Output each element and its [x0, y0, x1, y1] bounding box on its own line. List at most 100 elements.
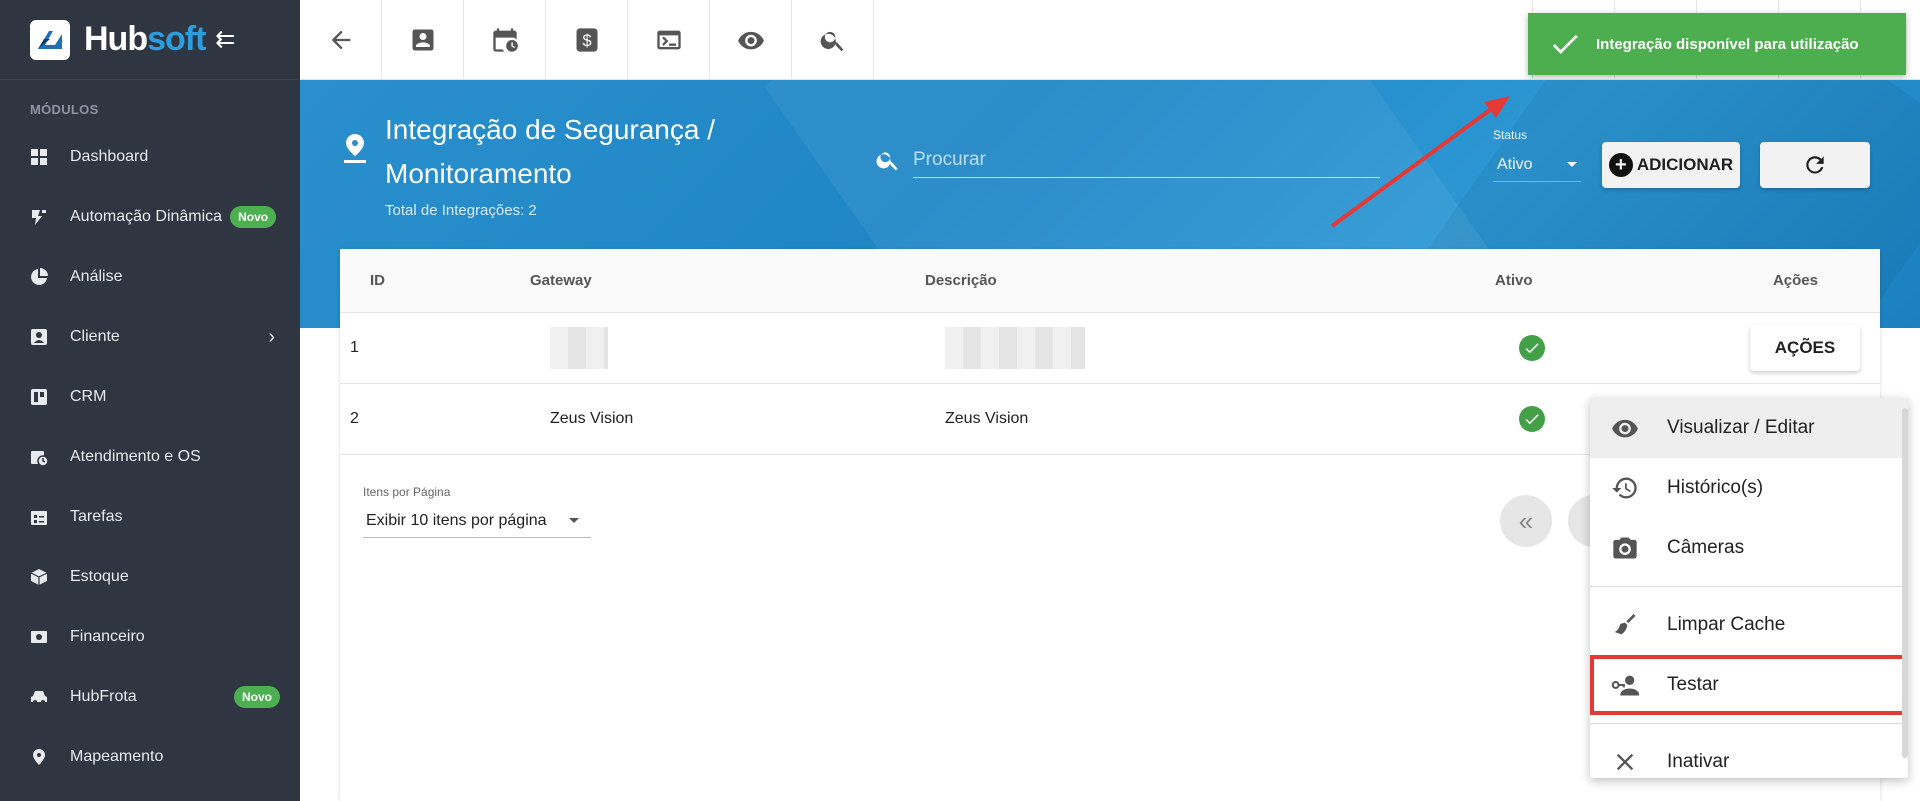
sidebar-item-hubfrota[interactable]: HubFrota Novo — [0, 667, 300, 727]
brand[interactable]: Hubsoft ⇇ — [0, 0, 300, 80]
crm-board-icon — [30, 388, 48, 406]
plus-circle-icon: + — [1608, 153, 1633, 177]
modules-section-label: MÓDULOS — [30, 102, 99, 117]
camera-icon — [1610, 533, 1640, 563]
sidebar-item-atendimento[interactable]: Atendimento e OS — [0, 427, 300, 487]
sidebar-item-crm[interactable]: CRM — [0, 367, 300, 427]
items-per-page-select[interactable]: Exibir 10 itens por página — [363, 504, 591, 538]
first-page-button[interactable]: « — [1500, 495, 1552, 547]
annotation-arrow — [1330, 96, 1510, 228]
caret-down-icon — [569, 518, 579, 523]
menu-scrollbar[interactable] — [1902, 408, 1908, 758]
schedule-button[interactable] — [464, 0, 546, 80]
menu-item-label: Inativar — [1667, 751, 1730, 772]
menu-item-label: Histórico(s) — [1667, 477, 1764, 498]
cell-descricao: Zeus Vision — [945, 410, 1029, 427]
security-pin-icon — [342, 134, 368, 164]
eye-icon — [1610, 413, 1640, 443]
add-button[interactable]: + ADICIONAR — [1602, 142, 1740, 188]
back-button[interactable] — [300, 0, 382, 80]
search-input[interactable] — [913, 142, 1380, 178]
redacted-gateway — [550, 327, 608, 369]
tasks-icon — [30, 508, 48, 526]
dollar-icon: $ — [576, 28, 597, 52]
column-header-acoes: Ações — [1772, 272, 1818, 289]
sidebar-item-cliente[interactable]: Cliente › — [0, 307, 300, 367]
dashboard-icon — [30, 148, 48, 166]
key-person-icon — [1610, 670, 1640, 700]
column-header-id[interactable]: ID — [340, 272, 530, 289]
terminal-button[interactable] — [628, 0, 710, 80]
check-circle-icon — [1519, 335, 1545, 361]
sidebar-item-label: Mapeamento — [70, 748, 164, 765]
cell-gateway — [550, 327, 945, 369]
sidebar-item-tarefas[interactable]: Tarefas — [0, 487, 300, 547]
page-title: Integração de Segurança / Monitoramento — [385, 114, 716, 189]
menu-item-label: Testar — [1667, 674, 1719, 695]
menu-item-view-edit[interactable]: Visualizar / Editar — [1590, 398, 1908, 458]
search-icon — [820, 31, 843, 52]
client-card-icon — [30, 328, 48, 346]
pie-chart-icon — [30, 268, 48, 286]
integration-count: Total de Integrações: 2 — [385, 202, 537, 219]
sidebar: Hubsoft ⇇ MÓDULOS Dashboard Automação Di… — [0, 0, 300, 801]
sidebar-item-label: Financeiro — [70, 628, 145, 645]
close-icon — [1610, 747, 1640, 777]
refresh-button[interactable] — [1760, 142, 1870, 188]
menu-item-label: Limpar Cache — [1667, 614, 1786, 635]
box-icon — [30, 568, 48, 586]
finance-button[interactable]: $ — [546, 0, 628, 80]
history-icon — [1610, 473, 1640, 503]
redacted-descricao — [945, 327, 1085, 369]
search-bar — [875, 140, 1380, 180]
menu-item-cameras[interactable]: Câmeras — [1590, 518, 1908, 578]
collapse-sidebar-icon[interactable]: ⇇ — [215, 25, 235, 54]
sidebar-item-label: Análise — [70, 268, 123, 285]
sidebar-item-label: Cliente — [70, 328, 120, 345]
refresh-icon — [1806, 156, 1824, 174]
money-icon — [30, 628, 48, 646]
table-header: ID Gateway Descrição Ativo Ações — [340, 249, 1880, 313]
sidebar-item-label: Dashboard — [70, 148, 149, 165]
actions-menu: Visualizar / Editar Histórico(s) Câmeras… — [1590, 398, 1908, 778]
map-pin-icon — [30, 748, 48, 766]
cell-id: 1 — [350, 339, 359, 356]
column-header-descricao[interactable]: Descrição — [925, 272, 1495, 289]
sidebar-item-label: Atendimento e OS — [70, 448, 201, 465]
calendar-clock-icon — [30, 448, 48, 466]
sidebar-item-automacao[interactable]: Automação Dinâmica Novo — [0, 187, 300, 247]
arrow-left-icon — [331, 30, 350, 50]
menu-item-clear-cache[interactable]: Limpar Cache — [1590, 595, 1908, 655]
sidebar-item-financeiro[interactable]: Financeiro — [0, 607, 300, 667]
sidebar-item-mapeamento[interactable]: Mapeamento — [0, 727, 300, 787]
column-header-ativo[interactable]: Ativo — [1495, 272, 1695, 289]
menu-item-deactivate[interactable]: Inativar — [1590, 732, 1908, 792]
sidebar-item-label: Estoque — [70, 568, 129, 585]
eye-icon — [737, 31, 764, 50]
menu-divider — [1590, 723, 1908, 724]
svg-text:$: $ — [582, 32, 591, 50]
success-toast[interactable]: Integração disponível para utilização — [1528, 13, 1906, 75]
check-icon — [1552, 34, 1578, 54]
column-header-gateway[interactable]: Gateway — [530, 272, 925, 289]
sidebar-item-label: HubFrota — [70, 688, 137, 705]
double-chevron-left-icon: « — [1518, 505, 1534, 536]
items-per-page-value: Exibir 10 itens por página — [366, 511, 547, 529]
search-button[interactable] — [792, 0, 874, 80]
menu-item-history[interactable]: Histórico(s) — [1590, 458, 1908, 518]
menu-item-label: Câmeras — [1667, 537, 1745, 558]
cell-gateway: Zeus Vision — [550, 410, 634, 427]
check-circle-icon — [1519, 406, 1545, 432]
menu-item-test[interactable]: Testar — [1590, 655, 1908, 715]
view-button[interactable] — [710, 0, 792, 80]
table-row[interactable]: 1 AÇÕES — [340, 313, 1880, 384]
client-button[interactable] — [382, 0, 464, 80]
car-icon — [30, 688, 48, 706]
search-icon — [876, 152, 898, 171]
sidebar-item-analise[interactable]: Análise — [0, 247, 300, 307]
cell-id: 2 — [350, 410, 359, 427]
sidebar-item-dashboard[interactable]: Dashboard — [0, 127, 300, 187]
contact-card-icon — [412, 29, 433, 51]
sidebar-item-estoque[interactable]: Estoque — [0, 547, 300, 607]
actions-button[interactable]: AÇÕES — [1750, 325, 1860, 371]
